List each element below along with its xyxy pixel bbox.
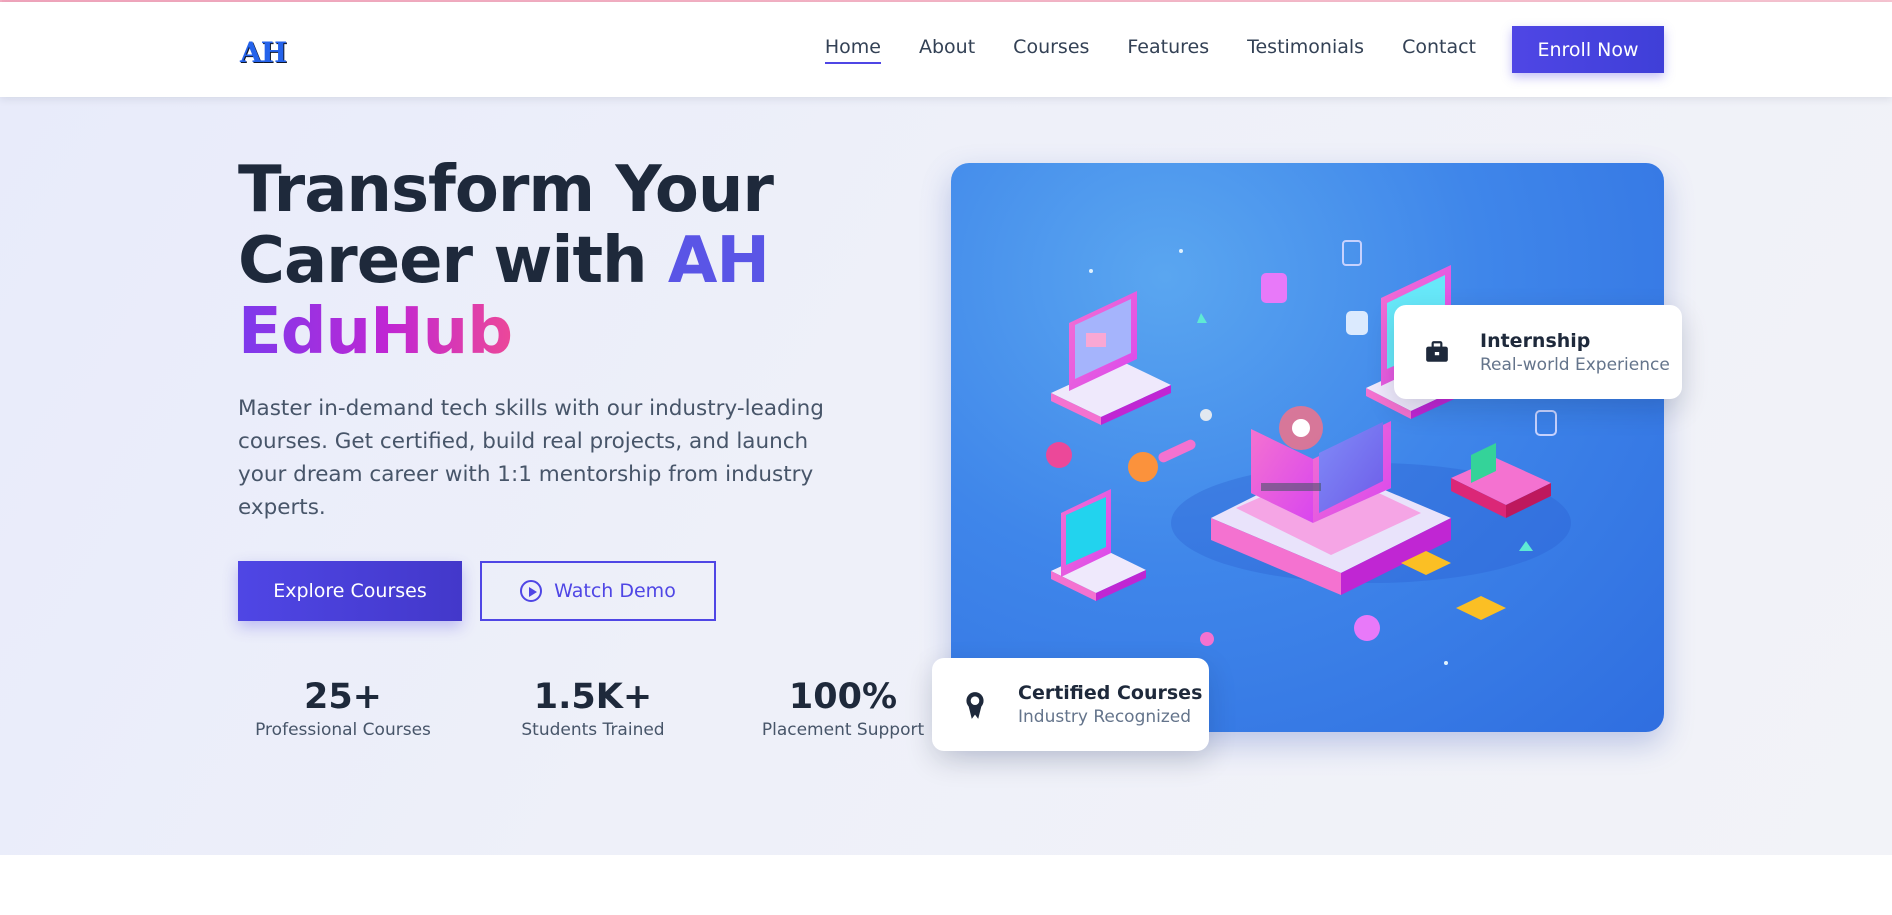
stat-courses: 25+ Professional Courses bbox=[238, 676, 448, 740]
stat-students: 1.5K+ Students Trained bbox=[488, 676, 698, 740]
stat-label: Placement Support bbox=[761, 720, 925, 740]
enroll-now-button[interactable]: Enroll Now bbox=[1512, 26, 1664, 73]
certified-card-text: Certified Courses Industry Recognized bbox=[1018, 682, 1202, 727]
hero-description: Master in-demand tech skills with our in… bbox=[238, 396, 824, 520]
hero-illustration bbox=[951, 163, 1664, 732]
certified-card: Certified Courses Industry Recognized bbox=[932, 658, 1209, 751]
certified-title: Certified Courses bbox=[1018, 682, 1203, 704]
award-icon bbox=[932, 690, 1018, 720]
stat-value: 25+ bbox=[303, 677, 383, 717]
hero-title: Transform Your Career with AH EduHub bbox=[238, 155, 878, 368]
isometric-laptops-illustration bbox=[1046, 240, 1571, 665]
nav-testimonials[interactable]: Testimonials bbox=[1247, 36, 1364, 64]
nav-features[interactable]: Features bbox=[1127, 36, 1209, 64]
internship-title: Internship bbox=[1480, 329, 1591, 352]
hero-stats: 25+ Professional Courses 1.5K+ Students … bbox=[238, 676, 938, 746]
nav-contact[interactable]: Contact bbox=[1402, 36, 1476, 64]
stat-value: 1.5K+ bbox=[533, 677, 653, 717]
hero-title-eduhub: EduHub bbox=[238, 295, 513, 369]
hero-title-brand: AH bbox=[667, 224, 770, 298]
stat-label: Professional Courses bbox=[255, 720, 431, 740]
hero-title-line2: Career with bbox=[238, 224, 668, 298]
site-logo[interactable]: AH bbox=[240, 36, 287, 69]
play-circle-icon bbox=[520, 580, 543, 602]
certified-subtitle: Industry Recognized bbox=[1018, 707, 1192, 727]
explore-courses-button[interactable]: Explore Courses bbox=[238, 561, 462, 621]
briefcase-icon bbox=[1394, 339, 1480, 365]
internship-card-text: Internship Real-world Experience bbox=[1480, 330, 1670, 375]
stat-placement: 100% Placement Support bbox=[738, 676, 948, 740]
stat-label: Students Trained bbox=[521, 720, 665, 740]
main-nav: Home About Courses Features Testimonials… bbox=[824, 2, 1476, 97]
nav-home[interactable]: Home bbox=[824, 36, 881, 64]
watch-demo-label: Watch Demo bbox=[554, 580, 676, 602]
watch-demo-button[interactable]: Watch Demo bbox=[480, 561, 716, 621]
next-section-top bbox=[0, 855, 1892, 915]
stat-value: 100% bbox=[788, 677, 898, 717]
internship-subtitle: Real-world Experience bbox=[1480, 354, 1670, 375]
nav-about[interactable]: About bbox=[919, 36, 975, 64]
site-header: AH Home About Courses Features Testimoni… bbox=[0, 2, 1892, 97]
hero-title-line1: Transform Your bbox=[238, 153, 774, 227]
nav-courses[interactable]: Courses bbox=[1013, 36, 1089, 64]
internship-card: Internship Real-world Experience bbox=[1394, 305, 1682, 399]
